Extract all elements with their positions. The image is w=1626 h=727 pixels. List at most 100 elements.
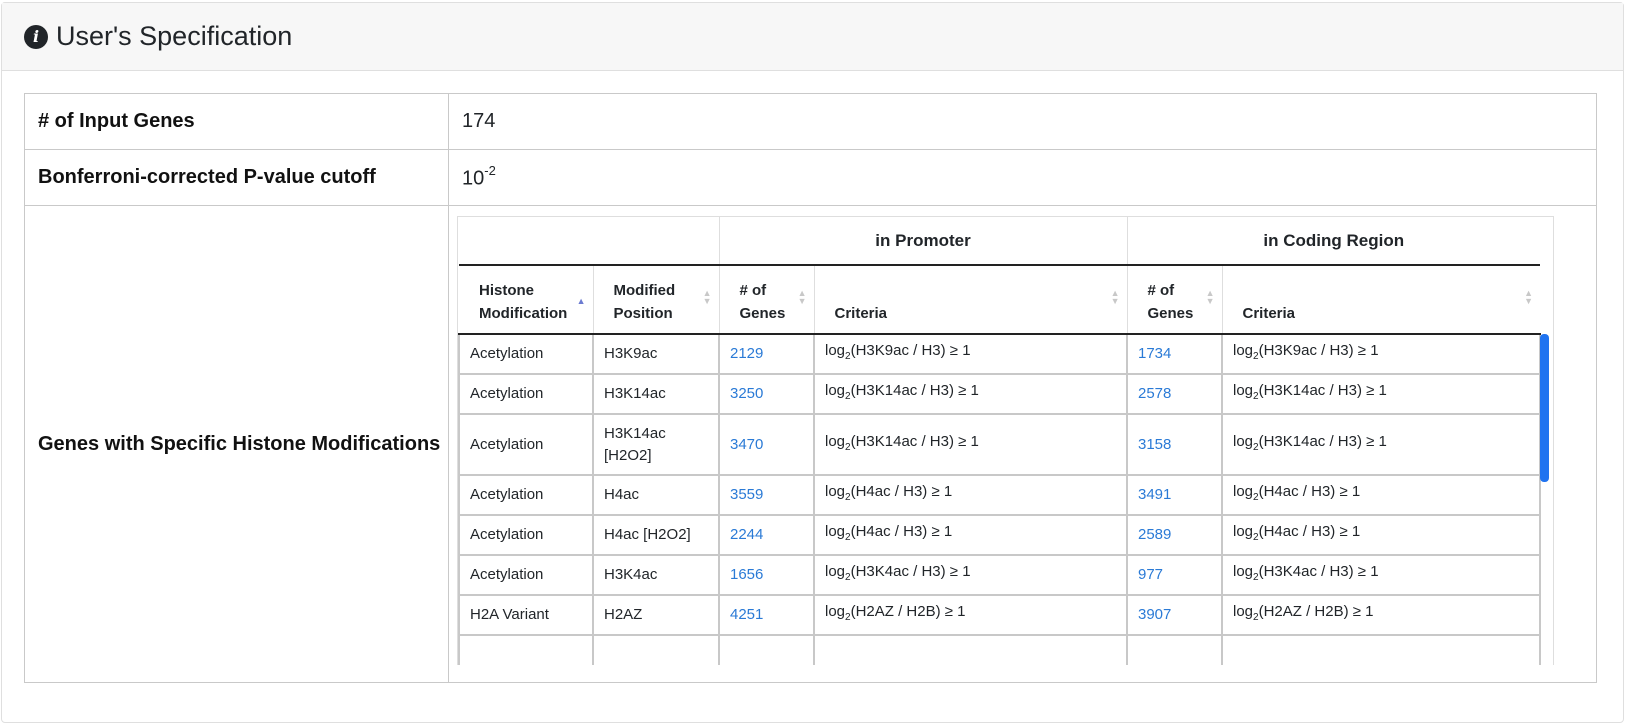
- vertical-scrollbar[interactable]: [1540, 334, 1549, 482]
- position-cell: H3K14ac [H2O2]: [592, 413, 720, 476]
- coding-criteria-cell: log2(H2AZ / H2B) ≥ 1: [1220, 594, 1542, 636]
- sort-icon: ▲ ▼: [1110, 288, 1120, 306]
- promoter-criteria-cell: log2(H3K14ac / H3) ≥ 1: [813, 373, 1128, 415]
- histone-label: Genes with Specific Histone Modification…: [24, 205, 449, 683]
- col-header-genes-l1: # of: [1147, 282, 1175, 299]
- coding-genes-link[interactable]: 3158: [1138, 436, 1171, 453]
- table-row: H2A Variant H2AZ 4251 log2(H2AZ / H2B) ≥…: [458, 594, 1542, 636]
- coding-genes-link[interactable]: 2578: [1138, 385, 1171, 402]
- col-header-histone-l2: Modification: [479, 305, 568, 322]
- promoter-genes-link[interactable]: 1656: [730, 566, 763, 583]
- histone-mod-cell: Acetylation: [458, 514, 594, 556]
- promoter-genes-link[interactable]: 4251: [730, 606, 763, 623]
- col-header-genes-l2: Genes: [1147, 305, 1194, 322]
- col-header-histone-l1: Histone: [479, 282, 535, 299]
- histone-mod-cell: Acetylation: [458, 474, 594, 516]
- position-cell: H3K14ac: [592, 373, 720, 415]
- table-row: Acetylation H3K4ac 1656 log2(H3K4ac / H3…: [458, 554, 1542, 596]
- pvalue-base: 10: [462, 167, 485, 190]
- histone-table-body: Acetylation H3K9ac 2129 log2(H3K9ac / H3…: [458, 333, 1542, 665]
- sort-icon: ▲ ▼: [1205, 288, 1215, 306]
- coding-genes-link[interactable]: 2589: [1138, 526, 1171, 543]
- histone-mod-cell: Acetylation: [458, 413, 594, 476]
- col-header-promoter-genes[interactable]: # of Genes ▲ ▼: [718, 265, 814, 335]
- coding-criteria-cell: log2(H4ac / H3) ≥ 1: [1220, 474, 1542, 516]
- histone-table-cell: in Promoter in Coding Region Histone Mod…: [448, 205, 1597, 683]
- coding-genes-link[interactable]: 3907: [1138, 606, 1171, 623]
- spec-row-input-genes: # of Input Genes 174: [24, 93, 1597, 150]
- spec-table: # of Input Genes 174 Bonferroni-correcte…: [24, 93, 1597, 683]
- coding-genes-link[interactable]: 3491: [1138, 486, 1171, 503]
- position-cell: H3K9ac: [592, 333, 720, 375]
- spec-row-histone: Genes with Specific Histone Modification…: [24, 205, 1597, 683]
- pvalue-label: Bonferroni-corrected P-value cutoff: [24, 149, 449, 206]
- group-header-coding: in Coding Region: [1126, 217, 1541, 266]
- coding-genes-link[interactable]: 977: [1138, 566, 1163, 583]
- promoter-genes-cell: 3559: [718, 474, 815, 516]
- position-cell: H4ac: [592, 474, 720, 516]
- coding-criteria-cell: log2(H3K14ac / H3) ≥ 1: [1220, 413, 1542, 476]
- histone-mod-cell: Acetylation: [458, 554, 594, 596]
- table-row: Acetylation H3K14ac 3250 log2(H3K14ac / …: [458, 373, 1542, 415]
- promoter-genes-link[interactable]: 2244: [730, 526, 763, 543]
- promoter-genes-link[interactable]: 2129: [730, 345, 763, 362]
- promoter-criteria-cell: log2(H4ac / H3) ≥ 1: [813, 474, 1128, 516]
- col-header-coding-genes[interactable]: # of Genes ▲ ▼: [1126, 265, 1222, 335]
- promoter-genes-link[interactable]: 3470: [730, 436, 763, 453]
- coding-genes-cell: 2578: [1126, 373, 1223, 415]
- coding-genes-cell: 3158: [1126, 413, 1223, 476]
- group-header-row: in Promoter in Coding Region: [459, 217, 1541, 266]
- promoter-genes-cell: 2129: [718, 333, 815, 375]
- position-cell: H2AZ: [592, 594, 720, 636]
- table-row: Acetylation H4ac 3559 log2(H4ac / H3) ≥ …: [458, 474, 1542, 516]
- promoter-genes-cell: 4251: [718, 594, 815, 636]
- pvalue-exponent: -2: [484, 162, 496, 178]
- col-header-histone-modification[interactable]: Histone Modification ▲: [459, 265, 593, 335]
- histone-mod-cell: H2A Variant: [458, 594, 594, 636]
- histone-mod-cell: Acetylation: [458, 333, 594, 375]
- coding-genes-cell: 2589: [1126, 514, 1223, 556]
- col-header-modified-position[interactable]: Modified Position ▲ ▼: [592, 265, 719, 335]
- promoter-genes-cell: 3250: [718, 373, 815, 415]
- sort-asc-icon: ▲: [576, 296, 586, 306]
- info-circle-icon: i: [24, 24, 48, 49]
- col-header-criteria: Criteria: [1242, 305, 1296, 322]
- col-header-criteria: Criteria: [834, 305, 888, 322]
- col-header-position-l2: Position: [613, 305, 673, 322]
- col-header-genes-l2: Genes: [739, 305, 786, 322]
- coding-criteria-cell: log2(H3K4ac / H3) ≥ 1: [1220, 554, 1542, 596]
- col-header-coding-criteria[interactable]: Criteria ▲ ▼: [1221, 265, 1541, 335]
- histone-table: in Promoter in Coding Region Histone Mod…: [458, 217, 1542, 665]
- promoter-criteria-cell: log2(H3K9ac / H3) ≥ 1: [813, 333, 1128, 375]
- sort-icon: ▲ ▼: [702, 288, 712, 306]
- sort-icon: ▲ ▼: [1524, 288, 1534, 306]
- card-header: i User's Specification: [2, 3, 1623, 71]
- promoter-genes-link[interactable]: 3250: [730, 385, 763, 402]
- page-title: User's Specification: [56, 21, 293, 51]
- promoter-genes-link[interactable]: 3559: [730, 486, 763, 503]
- coding-criteria-cell: log2(H3K9ac / H3) ≥ 1: [1220, 333, 1542, 375]
- promoter-criteria-cell: log2(H2AZ / H2B) ≥ 1: [813, 594, 1128, 636]
- spec-row-pvalue: Bonferroni-corrected P-value cutoff 10-2: [24, 149, 1597, 206]
- histone-mod-cell: Acetylation: [458, 373, 594, 415]
- group-header-promoter: in Promoter: [718, 217, 1127, 266]
- pvalue-value: 10-2: [448, 149, 1597, 206]
- histone-table-scroll[interactable]: in Promoter in Coding Region Histone Mod…: [457, 216, 1554, 665]
- input-genes-label: # of Input Genes: [24, 93, 449, 150]
- sort-icon: ▲ ▼: [797, 288, 807, 306]
- promoter-criteria-cell: log2(H3K14ac / H3) ≥ 1: [813, 413, 1128, 476]
- col-header-promoter-criteria[interactable]: Criteria ▲ ▼: [813, 265, 1127, 335]
- table-row: Acetylation H3K9ac 2129 log2(H3K9ac / H3…: [458, 333, 1542, 375]
- promoter-criteria-cell: log2(H4ac / H3) ≥ 1: [813, 514, 1128, 556]
- coding-genes-cell: 1734: [1126, 333, 1223, 375]
- coding-criteria-cell: log2(H4ac / H3) ≥ 1: [1220, 514, 1542, 556]
- col-header-position-l1: Modified: [613, 282, 676, 299]
- promoter-genes-cell: 2244: [718, 514, 815, 556]
- table-row: Acetylation H3K14ac [H2O2] 3470 log2(H3K…: [458, 413, 1542, 476]
- promoter-criteria-cell: log2(H3K4ac / H3) ≥ 1: [813, 554, 1128, 596]
- table-row-partial: [458, 634, 1542, 665]
- position-cell: H4ac [H2O2]: [592, 514, 720, 556]
- col-header-genes-l1: # of: [739, 282, 767, 299]
- coding-genes-link[interactable]: 1734: [1138, 345, 1171, 362]
- promoter-genes-cell: 3470: [718, 413, 815, 476]
